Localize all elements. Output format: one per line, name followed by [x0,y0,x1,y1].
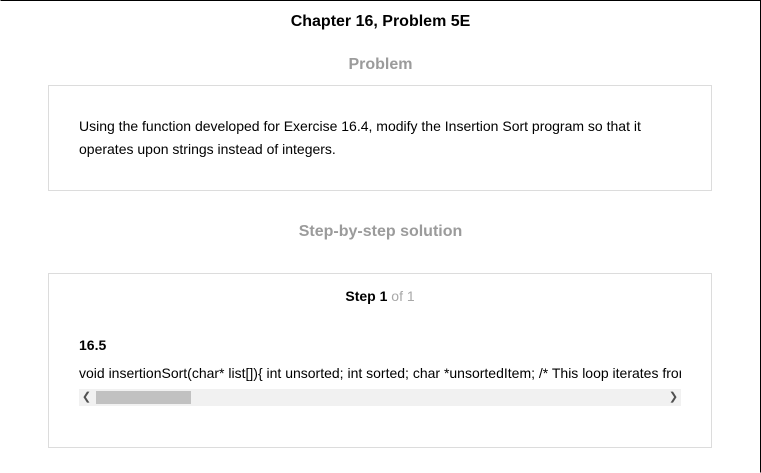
step-total: of 1 [391,288,415,304]
step-number: 1 [379,288,388,304]
step-word: Step [345,288,376,304]
solution-heading: Step-by-step solution [298,223,463,240]
step-indicator: Step 1 of 1 [49,288,711,304]
solution-card: Step 1 of 1 16.5 void insertionSort(char… [48,273,712,448]
problem-text: Using the function developed for Exercis… [79,118,641,157]
scrollbar-thumb[interactable] [96,391,191,404]
problem-card: Using the function developed for Exercis… [48,85,712,191]
horizontal-scrollbar[interactable]: ❮ ❯ [79,389,681,406]
page-title: Chapter 16, Problem 5E [290,13,471,30]
chevron-left-icon[interactable]: ❮ [79,389,94,406]
chevron-right-icon[interactable]: ❯ [666,389,681,406]
solution-code: void insertionSort(char* list[]){ int un… [79,365,681,381]
problem-heading: Problem [348,56,413,73]
solution-label: 16.5 [79,337,107,353]
